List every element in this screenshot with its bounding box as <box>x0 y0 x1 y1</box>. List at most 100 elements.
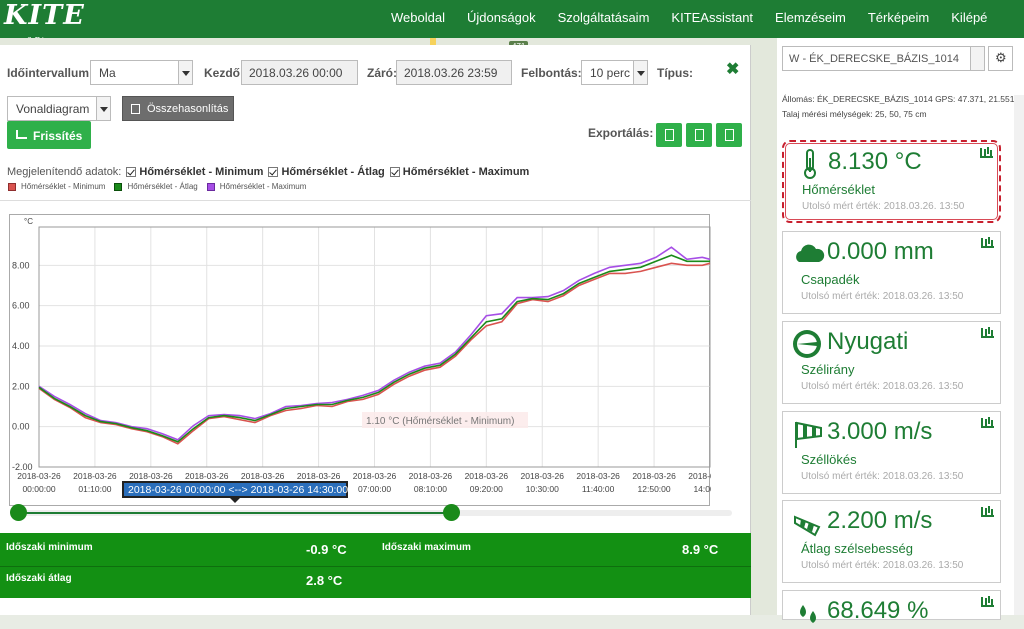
precipitation-name: Csapadék <box>801 272 860 287</box>
card-precipitation[interactable]: 0.000 mm Csapadék Utolsó mért érték: 201… <box>782 231 1001 314</box>
chart-type-select[interactable]: Vonaldiagram <box>7 96 111 121</box>
nav-elemzeseim[interactable]: Elemzéseim <box>764 0 857 38</box>
card-wind-direction[interactable]: Nyugati Szélirány Utolsó mért érték: 201… <box>782 321 1001 404</box>
bar-chart-icon[interactable] <box>981 238 994 248</box>
nav-kiteassistant[interactable]: KITEAssistant <box>660 0 764 38</box>
x-tick-label: 2018-03-26 <box>185 471 229 481</box>
x-tick-label: 11:40:00 <box>582 484 615 494</box>
card-wind-gust[interactable]: 3.000 m/s Széllökés Utolsó mért érték: 2… <box>782 411 1001 494</box>
stat-avg-label: Időszaki átlag <box>6 573 72 584</box>
legend-item-avg[interactable]: Hőmérséklet - Átlag <box>114 182 198 191</box>
soil-depths: Talaj mérési mélységek: 25, 50, 75 cm <box>782 109 927 119</box>
export-csv-button[interactable] <box>656 123 682 147</box>
settings-gear-icon[interactable] <box>988 46 1013 71</box>
temperature-chart[interactable]: -2.000.002.004.006.008.00°C2018-03-2600:… <box>10 215 732 507</box>
start-label: Kezdő: <box>204 66 244 80</box>
legend-item-max[interactable]: Hőmérséklet - Maximum <box>206 182 306 191</box>
option-min-label: Hőmérséklet - Minimum <box>139 166 264 178</box>
resolution-select[interactable]: 10 perc <box>581 60 648 85</box>
x-tick-label: 10:30:00 <box>526 484 559 494</box>
humidity-value: 68.649 % <box>827 597 929 624</box>
nav-weboldal[interactable]: Weboldal <box>380 0 456 38</box>
option-max-label: Hőmérséklet - Maximum <box>402 166 530 178</box>
range-start-handle[interactable] <box>10 504 27 521</box>
chevron-down-icon <box>970 47 984 70</box>
export-pdf-button[interactable] <box>686 123 712 147</box>
bar-chart-icon[interactable] <box>981 597 994 607</box>
divider <box>0 200 751 201</box>
x-tick-label: 12:50:00 <box>638 484 671 494</box>
y-tick-label: 6.00 <box>12 301 30 311</box>
chevron-down-icon <box>96 97 110 120</box>
refresh-button[interactable]: Frissítés <box>7 121 91 149</box>
wind-direction-value: Nyugati <box>827 328 909 355</box>
bar-chart-icon[interactable] <box>981 328 994 338</box>
range-end-handle[interactable] <box>443 504 460 521</box>
close-icon[interactable]: ✖ <box>726 59 739 79</box>
x-tick-label: 09:20:00 <box>470 484 503 494</box>
x-tick-label: 2018-03-26 <box>632 471 676 481</box>
interval-select[interactable]: Ma <box>90 60 193 85</box>
wind-gust-value: 3.000 m/s <box>827 418 933 445</box>
x-tick-label: 2018-03-26 <box>17 471 61 481</box>
export-xls-button[interactable] <box>716 123 742 147</box>
compare-button[interactable]: Összehasonlítás <box>122 96 234 121</box>
droplets-icon <box>800 605 816 623</box>
y-tick-label: 2.00 <box>12 381 30 391</box>
stat-avg-value: 2.8 °C <box>306 573 343 588</box>
x-tick-label: 00:00:00 <box>22 484 55 494</box>
stats-bar: Időszaki minimum -0.9 °C Időszaki maximu… <box>0 533 751 598</box>
temperature-value: 8.130 °C <box>828 148 922 175</box>
nav-terkepeim[interactable]: Térképeim <box>857 0 940 38</box>
end-label: Záró: <box>367 66 397 80</box>
station-info: Állomás: ÉK_DERECSKE_BÁZIS_1014 GPS: 47.… <box>782 94 1015 104</box>
nav-ujdonsagok[interactable]: Újdonságok <box>456 0 547 38</box>
station-select[interactable]: W - ÉK_DERECSKE_BÁZIS_1014 <box>782 46 985 71</box>
nav-szolgaltatasaim[interactable]: Szolgáltatásaim <box>547 0 661 38</box>
bar-chart-icon[interactable] <box>980 148 993 158</box>
wind-direction-name: Szélirány <box>801 362 855 377</box>
card-temperature[interactable]: 8.130 °C Hőmérséklet Utolsó mért érték: … <box>782 140 1001 223</box>
wind-gust-name: Széllökés <box>801 452 857 467</box>
card-avg-wind[interactable]: 2.200 m/s Átlag szélsebesség Utolsó mért… <box>782 500 1001 583</box>
checkbox-min[interactable] <box>126 167 137 177</box>
y-axis-unit: °C <box>24 217 33 226</box>
checkbox-max[interactable] <box>389 167 400 177</box>
checkbox-avg[interactable] <box>268 167 279 177</box>
y-tick-label: 8.00 <box>12 260 30 270</box>
card-humidity[interactable]: 68.649 % <box>782 590 1001 624</box>
stats-divider <box>0 566 751 567</box>
kite-logo[interactable]: KITE&Rt. <box>4 2 88 46</box>
x-tick-label: 2018-03-26 <box>409 471 453 481</box>
stat-max-value: 8.9 °C <box>682 542 719 557</box>
bar-chart-icon[interactable] <box>981 418 994 428</box>
end-date-input[interactable]: 2018.03.26 23:59 <box>396 60 512 85</box>
start-date-input[interactable]: 2018.03.26 00:00 <box>241 60 358 85</box>
range-slider-fill <box>18 512 452 514</box>
display-options: Megjelenítendő adatok: Hőmérséklet - Min… <box>7 166 529 178</box>
legend-item-min[interactable]: Hőmérséklet - Minimum <box>8 182 105 191</box>
y-tick-label: 0.00 <box>12 422 30 432</box>
x-tick-label: 2018-03-26 <box>688 471 711 481</box>
avg-wind-last: Utolsó mért érték: 2018.03.26. 13:50 <box>801 560 964 571</box>
stat-max-label: Időszaki maximum <box>382 542 471 553</box>
copy-icon <box>131 104 140 114</box>
export-label: Exportálás: <box>588 126 654 140</box>
bar-chart-icon[interactable] <box>981 507 994 517</box>
chart-legend: Hőmérséklet - Minimum Hőmérséklet - Átla… <box>8 182 315 191</box>
x-tick-label: 2018-03-26 <box>129 471 173 481</box>
sidebar-scrollbar[interactable] <box>1014 95 1024 615</box>
nav-kilepes[interactable]: Kilépé <box>940 0 998 38</box>
compass-icon <box>793 330 821 358</box>
x-tick-label: 2018-03-26 <box>576 471 620 481</box>
wind-direction-last: Utolsó mért érték: 2018.03.26. 13:50 <box>801 381 964 392</box>
top-navbar: KITE&Rt. Weboldal Újdonságok Szolgáltatá… <box>0 0 1024 46</box>
precipitation-last: Utolsó mért érték: 2018.03.26. 13:50 <box>801 291 964 302</box>
x-tick-label: 2018-03-26 <box>465 471 509 481</box>
windsock-icon <box>794 515 821 537</box>
stat-min-label: Időszaki minimum <box>6 542 93 553</box>
cloud-icon <box>796 244 825 262</box>
option-avg-label: Hőmérséklet - Átlag <box>281 166 385 178</box>
windsock-icon <box>795 421 822 448</box>
avg-wind-name: Átlag szélsebesség <box>801 541 914 556</box>
